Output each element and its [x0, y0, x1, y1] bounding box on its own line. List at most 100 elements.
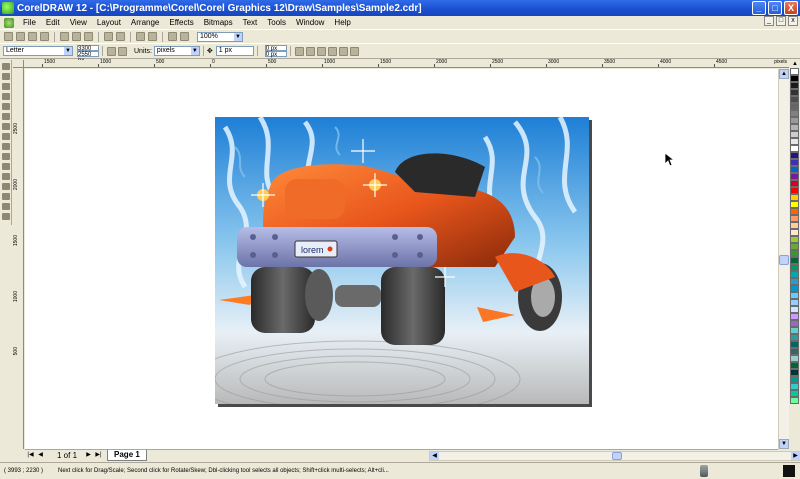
palette-scroll-up-icon[interactable]: ▲ — [790, 60, 800, 68]
chevron-down-icon[interactable]: ▼ — [234, 32, 242, 41]
color-swatch[interactable] — [790, 229, 799, 236]
snap-icon[interactable] — [305, 46, 315, 56]
previous-page-icon[interactable]: ◀ — [36, 451, 45, 460]
color-swatch[interactable] — [790, 257, 799, 264]
color-swatch[interactable] — [790, 278, 799, 285]
color-swatch[interactable] — [790, 334, 799, 341]
color-swatch[interactable] — [790, 208, 799, 215]
color-swatch[interactable] — [790, 397, 799, 404]
page-tab[interactable]: Page 1 — [107, 450, 147, 461]
doc-restore-button[interactable]: □ — [776, 16, 786, 26]
menu-edit[interactable]: Edit — [41, 17, 65, 29]
guidelines-icon[interactable] — [349, 46, 359, 56]
doc-close-button[interactable]: x — [788, 16, 798, 26]
paste-icon[interactable] — [84, 32, 93, 41]
color-swatch[interactable] — [790, 96, 799, 103]
paper-type-combo[interactable]: Letter ▼ — [3, 46, 73, 56]
polygon-tool-icon[interactable] — [2, 133, 10, 140]
redo-icon[interactable] — [116, 32, 125, 41]
treat-as-filled-icon[interactable] — [316, 46, 326, 56]
vertical-ruler[interactable]: 2500 2000 1500 1000 500 — [13, 68, 24, 449]
ellipse-tool-icon[interactable] — [2, 123, 10, 130]
nudge-offset-field[interactable]: 1 px — [215, 46, 254, 56]
rectangle-tool-icon[interactable] — [2, 113, 10, 120]
menu-view[interactable]: View — [65, 17, 92, 29]
units-combo[interactable]: pixels ▼ — [153, 46, 200, 56]
color-swatch[interactable] — [790, 390, 799, 397]
paper-height-field[interactable]: 2550 px — [77, 51, 99, 64]
pick-tool-icon[interactable] — [2, 63, 10, 70]
color-swatch[interactable] — [790, 124, 799, 131]
color-swatch[interactable] — [790, 117, 799, 124]
color-swatch[interactable] — [790, 313, 799, 320]
color-swatch[interactable] — [790, 348, 799, 355]
color-swatch[interactable] — [790, 68, 799, 75]
text-tool-icon[interactable] — [2, 153, 10, 160]
shape-tool-icon[interactable] — [2, 73, 10, 80]
chevron-down-icon[interactable]: ▼ — [64, 47, 72, 55]
color-swatch[interactable] — [790, 159, 799, 166]
color-swatch[interactable] — [790, 355, 799, 362]
color-swatch[interactable] — [790, 299, 799, 306]
color-swatch[interactable] — [790, 131, 799, 138]
page-artwork[interactable]: lorem — [215, 117, 589, 404]
color-swatch[interactable] — [790, 89, 799, 96]
color-swatch[interactable] — [790, 166, 799, 173]
cut-icon[interactable] — [60, 32, 69, 41]
portrait-icon[interactable] — [107, 46, 116, 56]
scroll-up-icon[interactable]: ▲ — [779, 69, 789, 79]
color-swatch[interactable] — [790, 194, 799, 201]
undo-icon[interactable] — [104, 32, 113, 41]
color-swatch[interactable] — [790, 236, 799, 243]
color-swatch[interactable] — [790, 222, 799, 229]
color-swatch[interactable] — [790, 145, 799, 152]
menu-arrange[interactable]: Arrange — [126, 17, 164, 29]
outline-indicator-icon[interactable] — [783, 465, 795, 477]
units-tool-icon[interactable] — [294, 46, 304, 56]
color-swatch[interactable] — [790, 285, 799, 292]
next-page-icon[interactable]: ▶ — [84, 451, 93, 460]
first-page-icon[interactable]: |◀ — [26, 451, 35, 460]
scroll-left-icon[interactable]: ◀ — [430, 452, 439, 460]
vertical-scroll-thumb[interactable] — [779, 255, 789, 265]
horizontal-scroll-thumb[interactable] — [612, 452, 622, 460]
close-button[interactable]: X — [784, 1, 798, 15]
color-swatch[interactable] — [790, 292, 799, 299]
scroll-right-icon[interactable]: ▶ — [791, 452, 800, 460]
last-page-icon[interactable]: ▶| — [94, 451, 103, 460]
fill-tool-icon[interactable] — [2, 193, 10, 200]
color-swatch[interactable] — [790, 320, 799, 327]
corel-online-icon[interactable] — [180, 32, 189, 41]
mesh-fill-tool-icon[interactable] — [2, 213, 10, 220]
interactive-blend-tool-icon[interactable] — [2, 163, 10, 170]
outline-tool-icon[interactable] — [2, 183, 10, 190]
color-swatch[interactable] — [790, 376, 799, 383]
color-swatch[interactable] — [790, 110, 799, 117]
print-icon[interactable] — [40, 32, 49, 41]
export-icon[interactable] — [148, 32, 157, 41]
color-swatch[interactable] — [790, 215, 799, 222]
doc-minimize-button[interactable]: _ — [764, 16, 774, 26]
application-launcher-icon[interactable] — [168, 32, 177, 41]
color-swatch[interactable] — [790, 152, 799, 159]
color-swatch[interactable] — [790, 180, 799, 187]
color-swatch[interactable] — [790, 201, 799, 208]
color-swatch[interactable] — [790, 264, 799, 271]
chevron-down-icon[interactable]: ▼ — [190, 47, 199, 55]
options-icon[interactable] — [327, 46, 337, 56]
color-swatch[interactable] — [790, 271, 799, 278]
import-icon[interactable] — [136, 32, 145, 41]
color-swatch[interactable] — [790, 369, 799, 376]
menu-layout[interactable]: Layout — [92, 17, 126, 29]
color-swatch[interactable] — [790, 82, 799, 89]
color-swatch[interactable] — [790, 103, 799, 110]
color-swatch[interactable] — [790, 341, 799, 348]
vertical-scrollbar[interactable]: ▲ ▼ — [778, 69, 789, 449]
color-swatch[interactable] — [790, 383, 799, 390]
color-swatch[interactable] — [790, 327, 799, 334]
menu-text[interactable]: Text — [238, 17, 263, 29]
document-icon[interactable] — [4, 17, 14, 28]
menu-help[interactable]: Help — [329, 17, 355, 29]
color-swatch[interactable] — [790, 75, 799, 82]
color-swatch[interactable] — [790, 306, 799, 313]
